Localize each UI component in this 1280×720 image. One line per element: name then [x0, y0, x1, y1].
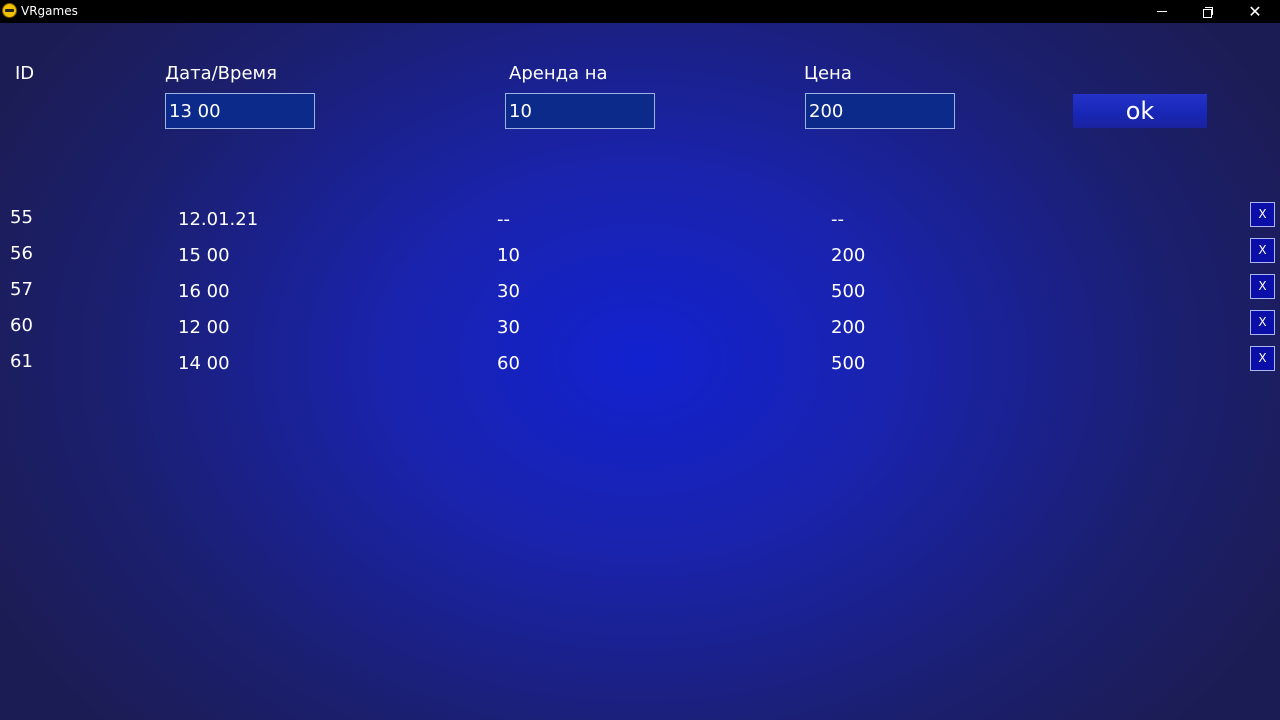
header-datetime: Дата/Время	[165, 63, 277, 84]
row-price: 200	[831, 245, 866, 266]
row-price: 500	[831, 281, 866, 302]
row-price: 200	[831, 317, 866, 338]
header-price: Цена	[804, 63, 852, 84]
delete-row-button[interactable]: X	[1250, 310, 1275, 335]
header-id: ID	[15, 63, 35, 84]
header-rent: Аренда на	[509, 63, 608, 84]
row-rent: 30	[497, 281, 520, 302]
row-id: 57	[10, 279, 33, 300]
row-datetime: 12.01.21	[178, 209, 259, 230]
row-id: 61	[10, 351, 33, 372]
restore-icon	[1203, 6, 1213, 18]
row-id: 55	[10, 207, 33, 228]
table-row: 60 12 00 30 200 X	[0, 310, 1280, 351]
datetime-input[interactable]	[165, 93, 315, 129]
app-window: VRgames ✕ ID Дата/Время Аренда на Цена o…	[0, 0, 1280, 720]
table-row: 61 14 00 60 500 X	[0, 346, 1280, 387]
row-price: --	[831, 209, 844, 230]
row-rent: 60	[497, 353, 520, 374]
row-datetime: 12 00	[178, 317, 230, 338]
row-id: 60	[10, 315, 33, 336]
window-title: VRgames	[21, 4, 78, 18]
delete-row-button[interactable]: X	[1250, 346, 1275, 371]
minimize-icon	[1157, 11, 1167, 12]
delete-row-button[interactable]: X	[1250, 202, 1275, 227]
delete-row-button[interactable]: X	[1250, 274, 1275, 299]
table-row: 57 16 00 30 500 X	[0, 274, 1280, 315]
row-price: 500	[831, 353, 866, 374]
row-rent: 10	[497, 245, 520, 266]
table-row: 55 12.01.21 -- -- X	[0, 202, 1280, 243]
row-datetime: 15 00	[178, 245, 230, 266]
delete-row-button[interactable]: X	[1250, 238, 1275, 263]
table-row: 56 15 00 10 200 X	[0, 238, 1280, 279]
row-id: 56	[10, 243, 33, 264]
title-bar[interactable]: VRgames ✕	[0, 0, 1280, 23]
price-input[interactable]	[805, 93, 955, 129]
close-icon: ✕	[1248, 1, 1262, 21]
row-datetime: 14 00	[178, 353, 230, 374]
minimize-button[interactable]	[1139, 0, 1185, 23]
row-rent: --	[497, 209, 510, 230]
row-datetime: 16 00	[178, 281, 230, 302]
rent-input[interactable]	[505, 93, 655, 129]
restore-button[interactable]	[1185, 0, 1231, 23]
row-rent: 30	[497, 317, 520, 338]
close-button[interactable]: ✕	[1232, 0, 1278, 23]
ok-button[interactable]: ok	[1073, 94, 1207, 128]
app-logo-icon	[2, 3, 17, 18]
